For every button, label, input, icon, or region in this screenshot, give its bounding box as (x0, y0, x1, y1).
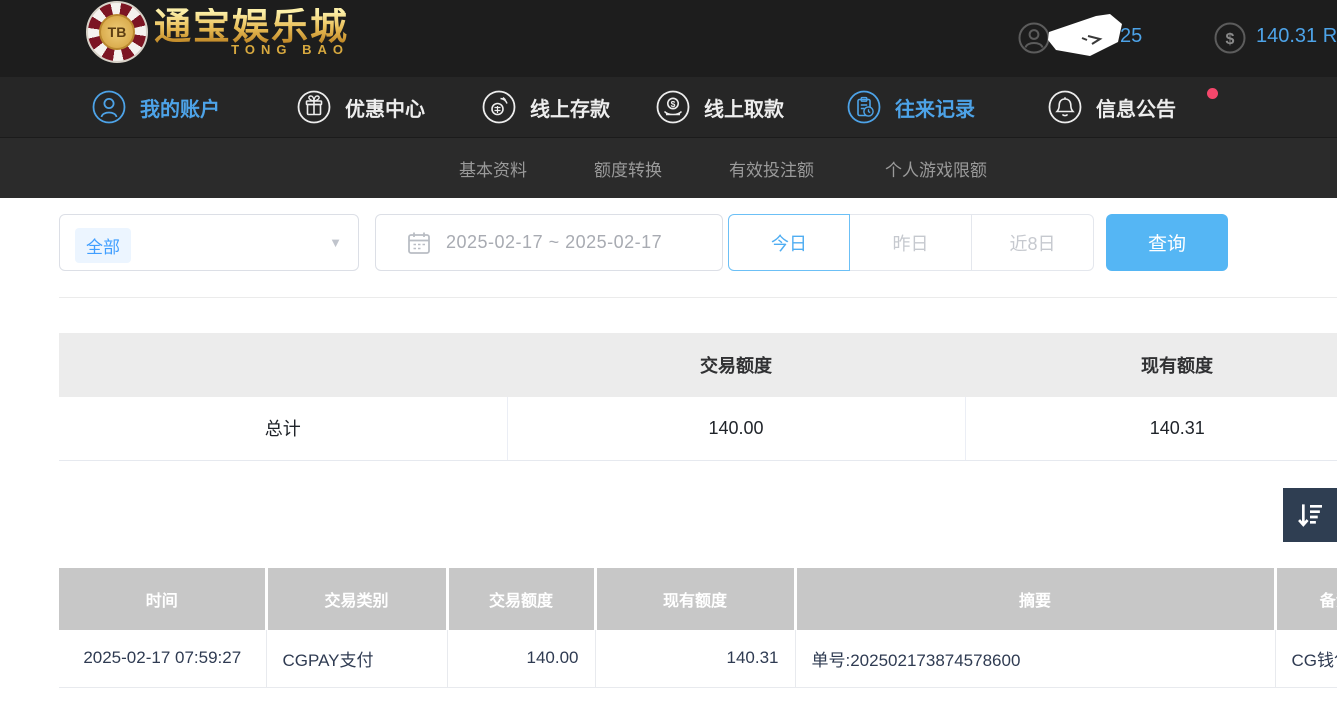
nav-label: 优惠中心 (345, 93, 425, 122)
summary-total-amount: 140.00 (507, 397, 965, 460)
nav-label: 信息公告 (1096, 93, 1176, 122)
transaction-row: 2025-02-17 07:59:27 CGPAY支付 140.00 140.3… (59, 630, 1337, 687)
range-button-last-8-days[interactable]: 近8日 (972, 214, 1094, 271)
range-button-yesterday[interactable]: 昨日 (850, 214, 972, 271)
quick-range-group: 今日 昨日 近8日 (728, 214, 1094, 271)
col-header-amount: 交易额度 (447, 568, 595, 630)
query-button[interactable]: 查询 (1106, 214, 1228, 271)
sub-nav: 基本资料 额度转换 有效投注额 个人游戏限额 (0, 137, 1337, 198)
summary-table: 交易额度 现有额度 总计 140.00 140.31 (59, 333, 1337, 461)
nav-item-records[interactable]: 往来记录 (847, 77, 975, 137)
selected-type-chip[interactable]: 全部 (75, 228, 131, 263)
range-button-today[interactable]: 今日 (728, 214, 850, 271)
nav-label: 线上取款 (704, 93, 784, 122)
bell-icon (1048, 90, 1082, 124)
nav-item-online-deposit[interactable]: 线上存款 (482, 77, 610, 137)
nav-label: 我的账户 (140, 93, 220, 122)
calendar-icon (406, 230, 432, 256)
balance-currency-partial: R (1323, 25, 1337, 47)
casino-chip-icon: TB (86, 1, 148, 63)
brand-text: 通宝娱乐城 TONG BAO (154, 8, 349, 56)
sort-descending-icon (1294, 499, 1326, 531)
subnav-item-valid-bets[interactable]: 有效投注额 (729, 138, 814, 199)
transaction-type-select[interactable]: 全部 ▼ (59, 214, 359, 271)
nav-item-announcements[interactable]: 信息公告 (1048, 77, 1176, 137)
nav-label: 往来记录 (895, 93, 975, 122)
cell-amount: 140.00 (447, 630, 595, 687)
summary-total-row: 总计 140.00 140.31 (59, 397, 1337, 460)
cell-type: CGPAY支付 (266, 630, 447, 687)
summary-header-amount: 交易额度 (507, 333, 965, 397)
balance-dollar-icon[interactable]: $ (1214, 22, 1246, 54)
account-icon (92, 90, 126, 124)
svg-text:$: $ (671, 99, 676, 109)
summary-header-row: 交易额度 现有额度 (59, 333, 1337, 397)
cell-time: 2025-02-17 07:59:27 (59, 630, 266, 687)
nav-item-promotions[interactable]: 优惠中心 (297, 77, 425, 137)
col-header-time: 时间 (59, 568, 266, 630)
col-header-remarks: 备注 (1275, 568, 1337, 630)
nav-label: 线上存款 (530, 93, 610, 122)
cell-summary: 单号:202502173874578600 (795, 630, 1275, 687)
col-header-balance: 现有额度 (595, 568, 795, 630)
brand-title: 通宝娱乐城 (154, 8, 349, 45)
transactions-table: 时间 交易类别 交易额度 现有额度 摘要 备注 2025-02-17 07:59… (59, 568, 1337, 689)
gift-icon (297, 90, 331, 124)
cell-remarks: CG钱包 (1275, 630, 1337, 687)
sort-descending-button[interactable] (1283, 488, 1337, 542)
col-header-summary: 摘要 (795, 568, 1275, 630)
transactions-header-row: 时间 交易类别 交易额度 现有额度 摘要 备注 (59, 568, 1337, 630)
main-nav: 我的账户 优惠中心 线上存款 (0, 77, 1337, 137)
chip-tb-monogram: TB (99, 14, 135, 50)
svg-text:$: $ (1226, 31, 1235, 48)
chevron-down-icon: ▼ (329, 235, 342, 250)
brand-logo[interactable]: TB 通宝娱乐城 TONG BAO (86, 1, 349, 63)
date-range-value: 2025-02-17 ~ 2025-02-17 (446, 232, 662, 253)
top-header: TB 通宝娱乐城 TONG BAO 25 $ 140.31 R (0, 0, 1337, 77)
redaction-scribble (1046, 12, 1132, 60)
notification-dot (1207, 88, 1218, 99)
section-divider (59, 297, 1337, 298)
transaction-records-page: TB 通宝娱乐城 TONG BAO 25 $ 140.31 R (0, 0, 1337, 707)
balance-amount: 140.31 (1256, 25, 1317, 47)
subnav-item-basic-info[interactable]: 基本资料 (459, 138, 527, 199)
summary-total-label: 总计 (59, 397, 507, 460)
deposit-icon (482, 90, 516, 124)
nav-item-online-withdraw[interactable]: $ 线上取款 (656, 77, 784, 137)
balance-text[interactable]: 140.31 R (1256, 25, 1337, 48)
nav-item-my-account[interactable]: 我的账户 (92, 77, 220, 137)
subnav-item-game-limits[interactable]: 个人游戏限额 (885, 138, 987, 199)
cell-balance: 140.31 (595, 630, 795, 687)
summary-total-balance: 140.31 (965, 397, 1337, 460)
summary-header-empty (59, 333, 507, 397)
subnav-item-credit-transfer[interactable]: 额度转换 (594, 138, 662, 199)
records-icon (847, 90, 881, 124)
withdraw-icon: $ (656, 90, 690, 124)
col-header-type: 交易类别 (266, 568, 447, 630)
date-range-input[interactable]: 2025-02-17 ~ 2025-02-17 (375, 214, 723, 271)
summary-header-balance: 现有额度 (965, 333, 1337, 397)
